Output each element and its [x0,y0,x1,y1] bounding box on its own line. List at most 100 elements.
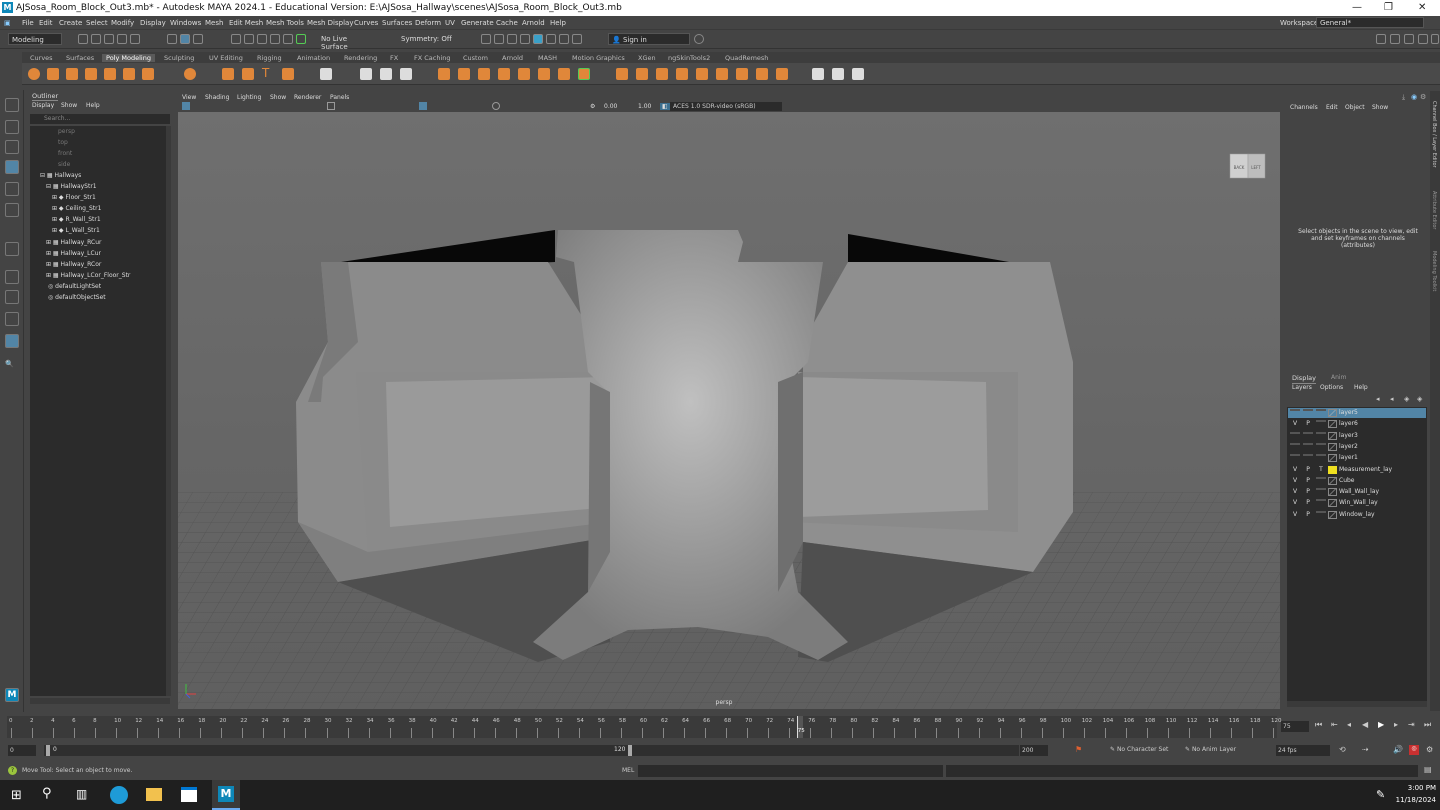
step-back-key-icon[interactable]: ⇤ [1331,720,1338,729]
separate-icon[interactable] [380,68,392,80]
layer-playback-toggle[interactable] [1303,454,1313,457]
sign-in-dropdown[interactable]: 👤 Sign in [608,33,690,45]
maximize-icon[interactable]: ❐ [1384,2,1393,13]
pause-icon[interactable] [572,34,582,44]
layer-visibility-toggle[interactable]: V [1290,511,1300,518]
gamma-field[interactable]: 1.00 [638,103,651,110]
pin-icon[interactable]: ⤓ [1402,93,1405,102]
play-forward-icon[interactable]: ▶ [1378,720,1384,729]
move-tool-icon[interactable] [5,160,19,174]
pen-icon[interactable]: ✎ [1376,788,1385,801]
menu-display[interactable]: Display [140,19,166,27]
record-icon[interactable]: ◎ [1409,745,1419,755]
task-view-icon[interactable]: ▥ [76,787,87,801]
layer-display-type-toggle[interactable] [1316,431,1326,434]
layer-color-swatch[interactable] [1328,442,1337,451]
fill-hole-icon[interactable] [578,68,590,80]
anim-layer-dropdown[interactable]: ✎ No Anim Layer [1185,746,1236,753]
layer-display-type-toggle[interactable] [1316,476,1326,479]
close-icon[interactable]: ✕ [1418,2,1426,13]
layer-playback-toggle[interactable]: P [1303,466,1313,473]
layer-menu-help[interactable]: Help [1354,384,1368,391]
sphere-object-icon[interactable] [184,68,196,80]
colorspace-toggle-icon[interactable]: ◧ [660,103,670,110]
shelf-tab-mash[interactable]: MASH [538,54,557,62]
mel-input[interactable] [638,765,943,777]
move-layer-down-icon[interactable]: ◂ [1390,395,1394,403]
layer-row[interactable]: V P Win_Wall_lay [1288,498,1426,508]
play-back-icon[interactable]: ◀ [1362,720,1368,729]
snap-curve-icon[interactable] [244,34,254,44]
layer-display-type-toggle[interactable] [1316,510,1326,513]
vp-menu-show[interactable]: Show [270,94,286,101]
layer-row[interactable]: layer3 [1288,431,1426,441]
menuset-dropdown[interactable]: Modeling [8,33,62,45]
snap-surface-icon[interactable] [283,34,293,44]
file-explorer-icon[interactable] [146,788,162,801]
select-tool-icon[interactable] [5,98,19,112]
shelf-tab-sculpting[interactable]: Sculpting [164,54,194,62]
menu-mesh[interactable]: Mesh [205,19,223,27]
anim-end-field[interactable]: 200 [1020,745,1048,756]
scale-tool-icon[interactable] [5,203,19,217]
layer-row[interactable]: V P Wall_Wall_lay [1288,487,1426,497]
auto-key-icon[interactable]: ⚑ [1075,745,1082,754]
vp-menu-renderer[interactable]: Renderer [294,94,321,101]
symmetry-dropdown[interactable]: Symmetry: Off [398,33,456,45]
layer-display-type-toggle[interactable] [1316,488,1326,491]
outliner-item-hallways[interactable]: ⊟ ▦ Hallways [40,172,81,179]
range-end-handle[interactable] [628,745,632,756]
step-back-frame-icon[interactable]: ◂ [1347,720,1351,729]
save-scene-icon[interactable] [104,34,114,44]
rotate-tool-icon[interactable] [5,182,19,196]
shelf-tab-uv-editing[interactable]: UV Editing [209,54,243,62]
layer-row[interactable]: layer5 [1288,408,1426,418]
shelf-tab-fx-caching[interactable]: FX Caching [414,54,451,62]
layer-playback-toggle[interactable]: P [1303,477,1313,484]
shelf-tab-rigging[interactable]: Rigging [257,54,282,62]
type-tool-icon[interactable]: T [262,66,274,80]
layer-color-swatch[interactable] [1328,499,1337,508]
quad-draw-icon[interactable] [676,68,688,80]
outliner-menu-help[interactable]: Help [86,102,100,109]
mel-label[interactable]: MEL [622,767,634,774]
character-set-dropdown[interactable]: ✎ No Character Set [1110,746,1168,753]
layer-playback-toggle[interactable] [1303,431,1313,434]
xray-icon[interactable] [492,102,500,110]
layer-display-type-toggle[interactable]: T [1316,466,1326,473]
wedge-icon[interactable] [756,68,768,80]
move-layer-up-icon[interactable]: ◂ [1376,395,1380,403]
help-icon[interactable] [694,34,704,44]
audio-icon[interactable]: 🔊 [1393,745,1403,754]
vp-menu-lighting[interactable]: Lighting [237,94,261,101]
outliner-item-hallway-rcor[interactable]: ⊞ ▦ Hallway_RCor [46,261,101,268]
shelf-tab-motion-graphics[interactable]: Motion Graphics [572,54,625,62]
new-scene-icon[interactable] [78,34,88,44]
shelf-tab-ngskintools2[interactable]: ngSkinTools2 [668,54,710,62]
bridge-icon[interactable] [498,68,510,80]
range-bar[interactable]: 0 120 [44,745,1019,756]
outliner-item-top[interactable]: top [58,139,68,146]
menu-modify[interactable]: Modify [111,19,134,27]
planar-map-icon[interactable] [852,68,864,80]
vp-menu-shading[interactable]: Shading [205,94,229,101]
super-shape-icon[interactable] [222,68,234,80]
outliner-search-input[interactable]: Search... [44,115,70,122]
boolean-union-icon[interactable] [438,68,450,80]
viewport-persp[interactable]: View Shading Lighting Show Renderer Pane… [178,91,1280,709]
extract-icon[interactable] [478,68,490,80]
outliner-item-hallwaystr1[interactable]: ⊟ ▦ HallwayStr1 [46,183,97,190]
panel-layout-icon[interactable] [1431,34,1439,44]
shelf-tab-curves[interactable]: Curves [30,54,53,62]
smooth-icon[interactable] [400,68,412,80]
bevel-icon[interactable] [538,68,550,80]
new-layer-selected-icon[interactable]: ◈ [1417,395,1422,403]
channel-settings-icon[interactable]: ⚙ [1420,93,1426,101]
snap-view-icon[interactable] [270,34,280,44]
outliner-hscrollbar[interactable] [30,698,170,704]
channel-menu-channels[interactable]: Channels [1290,104,1318,111]
svg-tool-icon[interactable] [282,68,294,80]
redo-icon[interactable] [130,34,140,44]
paint-select-icon[interactable] [5,140,19,154]
menu-curves[interactable]: Curves [354,19,378,27]
